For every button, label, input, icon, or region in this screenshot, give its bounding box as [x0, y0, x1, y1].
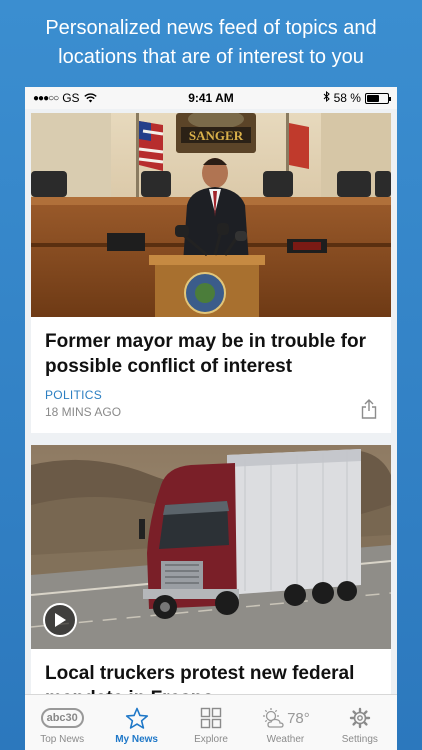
story-timestamp: 18 MINS AGO — [45, 405, 122, 419]
battery-percent: 58 % — [333, 91, 361, 105]
tab-label: Explore — [194, 734, 228, 745]
tab-label: My News — [115, 734, 158, 745]
phone-screen: ●●●○○ GS 9:41 AM 58 % SANGER Former mayo… — [25, 87, 397, 750]
news-card[interactable]: SANGER Former mayor may be in trouble fo… — [31, 113, 391, 433]
play-video-button[interactable] — [43, 603, 77, 637]
battery-icon — [364, 92, 391, 104]
tab-label: Settings — [341, 734, 378, 745]
story-headline[interactable]: Local truckers protest new federal manda… — [31, 649, 391, 694]
news-card[interactable]: Local truckers protest new federal manda… — [31, 445, 391, 694]
story-video-thumbnail[interactable] — [31, 445, 391, 649]
tab-label: Top News — [40, 734, 85, 745]
tab-settings[interactable]: Settings — [323, 695, 397, 750]
story-image[interactable]: SANGER — [31, 113, 391, 317]
press-conference-photo: SANGER — [31, 113, 391, 317]
wifi-icon — [83, 93, 97, 103]
signal-strength-icon: ●●●○○ — [33, 92, 59, 104]
tab-top-news[interactable]: abc30 Top News — [25, 695, 99, 750]
gear-icon — [349, 707, 371, 729]
abc30-logo-icon: abc30 — [40, 708, 84, 728]
carrier-name: GS — [62, 91, 80, 105]
grid-icon — [200, 707, 222, 729]
tab-my-news[interactable]: My News — [99, 695, 173, 750]
tab-bar: abc30 Top News My News Explore 78° Weath… — [25, 694, 397, 750]
seal-sign-text: SANGER — [189, 128, 244, 143]
share-icon[interactable] — [361, 399, 377, 419]
tab-weather[interactable]: 78° Weather — [248, 695, 322, 750]
weather-temperature: 78° — [287, 709, 310, 727]
story-category-link[interactable]: POLITICS — [45, 388, 121, 402]
status-bar: ●●●○○ GS 9:41 AM 58 % — [25, 87, 397, 109]
promo-caption: Personalized news feed of topics and loc… — [45, 17, 377, 68]
story-headline[interactable]: Former mayor may be in trouble for possi… — [31, 317, 391, 379]
truck-photo — [31, 445, 391, 649]
battery-level — [366, 94, 379, 102]
tab-explore[interactable]: Explore — [174, 695, 248, 750]
partly-sunny-icon — [263, 708, 284, 728]
star-icon — [125, 707, 148, 729]
news-feed[interactable]: SANGER Former mayor may be in trouble fo… — [25, 109, 397, 694]
bluetooth-icon — [323, 90, 330, 105]
tab-label: Weather — [266, 734, 305, 745]
clock: 9:41 AM — [188, 91, 234, 105]
play-icon — [55, 613, 66, 627]
